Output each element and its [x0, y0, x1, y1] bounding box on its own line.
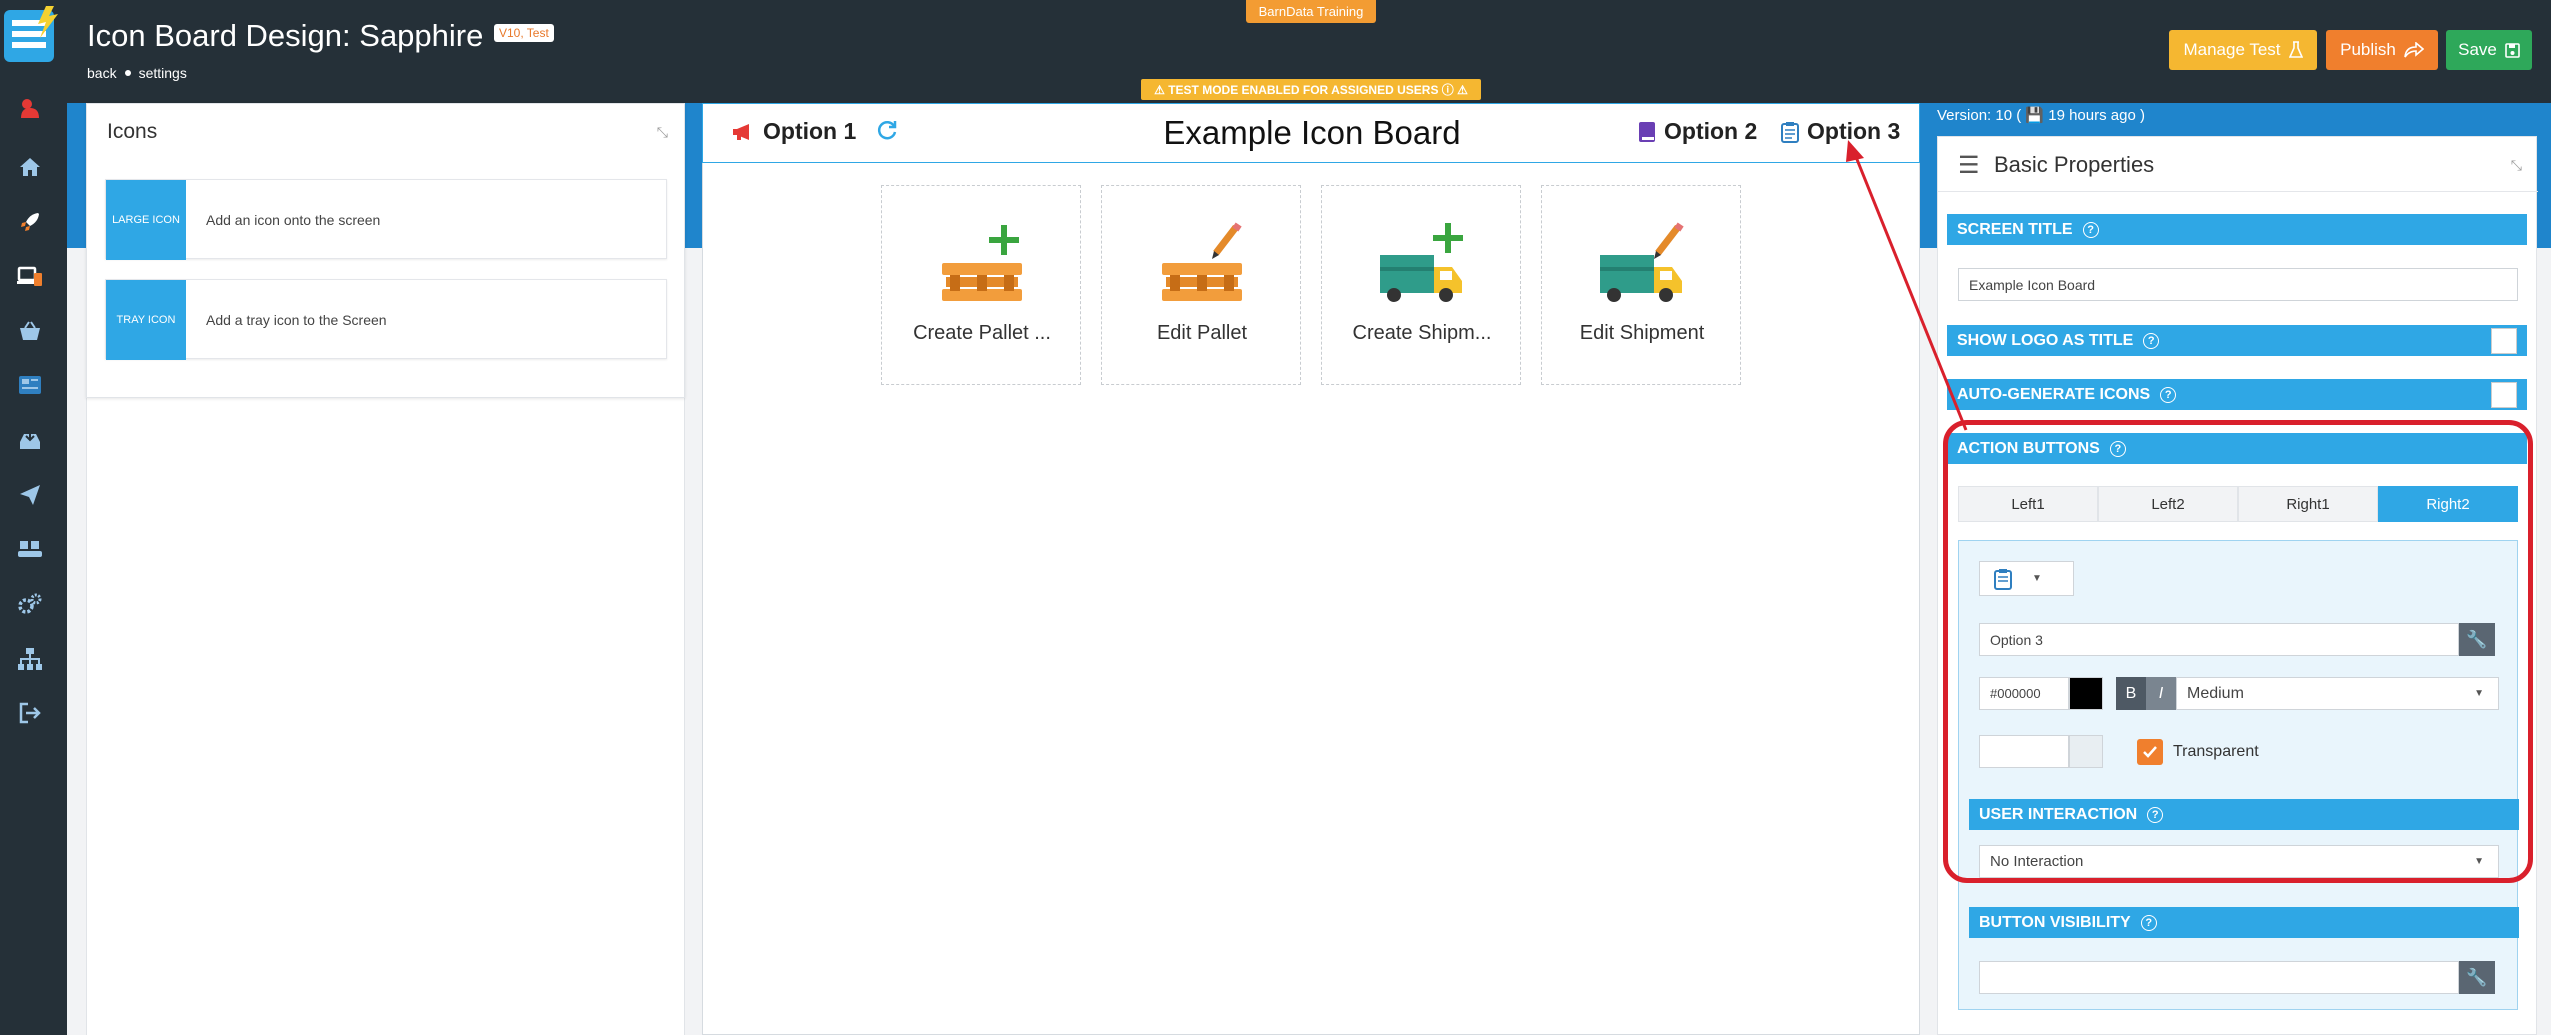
large-icon-swatch: LARGE ICON	[106, 180, 186, 260]
version-badge: V10, Test	[494, 24, 554, 42]
help-icon[interactable]: ?	[2160, 386, 2177, 403]
pallet-add-icon	[942, 225, 1022, 301]
palette-item-description: Add an icon onto the screen	[206, 212, 381, 228]
flask-icon	[2288, 41, 2303, 58]
tile-create-pallet[interactable]: Create Pallet ...	[881, 185, 1081, 385]
tile-label: Edit Pallet	[1156, 322, 1248, 344]
show-logo-checkbox[interactable]	[2491, 328, 2517, 354]
tile-label: Create Shipm...	[1352, 322, 1492, 344]
settings-link[interactable]: settings	[139, 65, 187, 81]
sitemap-icon[interactable]	[15, 644, 45, 674]
version-info: Version: 10 ( 💾 19 hours ago )	[1937, 107, 2145, 124]
boxes-icon[interactable]	[15, 534, 45, 564]
truck-add-icon	[1380, 223, 1463, 302]
icons-panel-body	[86, 398, 685, 1035]
annotation-arrow	[1846, 140, 1968, 431]
floppy-icon	[2505, 42, 2520, 58]
test-mode-banner: ⚠ TEST MODE ENABLED FOR ASSIGNED USERS ⓘ…	[1141, 79, 1481, 100]
save-button[interactable]: Save	[2446, 30, 2532, 70]
back-link[interactable]: back	[87, 65, 117, 81]
send-icon[interactable]	[15, 480, 45, 510]
tile-edit-pallet[interactable]: Edit Pallet	[1101, 185, 1301, 385]
section-button-visibility: BUTTON VISIBILITY?	[1969, 907, 2519, 938]
devices-icon[interactable]	[15, 262, 45, 292]
help-icon[interactable]: ?	[2082, 221, 2099, 238]
action-button-right1[interactable]: Option 2	[1638, 118, 1757, 145]
home-icon[interactable]	[15, 152, 45, 182]
collapse-icon[interactable]: ⤡	[657, 124, 668, 141]
pallet-edit-icon	[1162, 222, 1242, 301]
icons-panel-title: Icons	[107, 120, 158, 143]
section-screen-title: SCREEN TITLE?	[1947, 214, 2527, 245]
properties-title: Basic Properties	[1994, 152, 2155, 177]
palette-item-tray-icon[interactable]: TRAY ICON Add a tray icon to the Screen	[105, 279, 667, 360]
app-logo[interactable]	[2, 4, 62, 66]
action-button-label: Option 2	[1664, 118, 1758, 144]
book-icon	[1639, 121, 1655, 142]
annotation-highlight	[1943, 420, 2533, 883]
nav-rail	[0, 0, 67, 1035]
dashboard-icon[interactable]	[15, 370, 45, 400]
manage-test-label: Manage Test	[2183, 40, 2281, 59]
button-visibility-input[interactable]	[1979, 961, 2459, 994]
palette-item-large-icon[interactable]: LARGE ICON Add an icon onto the screen	[105, 179, 667, 260]
section-label: SHOW LOGO AS TITLE	[1957, 331, 2134, 349]
truck-edit-icon	[1600, 222, 1684, 302]
palette-item-description: Add a tray icon to the Screen	[206, 312, 387, 328]
publish-label: Publish	[2340, 40, 2396, 59]
breadcrumb: back settings	[87, 65, 187, 81]
tile-label: Edit Shipment	[1579, 322, 1705, 344]
tile-label: Create Pallet ...	[913, 322, 1051, 344]
bell-icon[interactable]	[15, 94, 45, 124]
save-label: Save	[2458, 40, 2497, 59]
cogs-icon[interactable]	[15, 589, 45, 619]
section-auto-generate: AUTO-GENERATE ICONS?	[1947, 379, 2527, 410]
basket-icon[interactable]	[15, 316, 45, 346]
separator-dot	[124, 70, 131, 77]
tile-edit-shipment[interactable]: Edit Shipment	[1541, 185, 1741, 385]
publish-button[interactable]: Publish	[2326, 30, 2438, 70]
icons-panel: Icons ⤡ LARGE ICON Add an icon onto the …	[86, 103, 685, 398]
rocket-icon[interactable]	[15, 207, 45, 237]
tray-icon-swatch: TRAY ICON	[106, 280, 186, 360]
help-icon[interactable]: ?	[2140, 914, 2157, 931]
page-title: Icon Board Design: Sapphire	[87, 18, 484, 53]
manage-test-button[interactable]: Manage Test	[2169, 30, 2317, 70]
logout-icon[interactable]	[15, 698, 45, 728]
share-icon	[2404, 42, 2424, 58]
screen-title-input[interactable]: Example Icon Board	[1958, 268, 2518, 301]
wrench-icon[interactable]: 🔧	[2459, 961, 2495, 994]
auto-generate-checkbox[interactable]	[2491, 382, 2517, 408]
inbox-icon[interactable]	[15, 425, 45, 455]
section-label: AUTO-GENERATE ICONS	[1957, 385, 2151, 403]
board-header: Option 1 Example Icon Board Option 2 Opt…	[702, 103, 1920, 163]
properties-header: ☰ Basic Properties ⤡	[1938, 137, 2538, 192]
section-show-logo: SHOW LOGO AS TITLE?	[1947, 325, 2527, 356]
section-label: BUTTON VISIBILITY	[1979, 913, 2131, 931]
clipboard-icon	[1781, 121, 1799, 143]
help-icon[interactable]: ?	[2143, 332, 2160, 349]
org-badge: BarnData Training	[1246, 0, 1376, 23]
collapse-icon[interactable]: ⤡	[2511, 157, 2522, 174]
tile-create-shipment[interactable]: Create Shipm...	[1321, 185, 1521, 385]
